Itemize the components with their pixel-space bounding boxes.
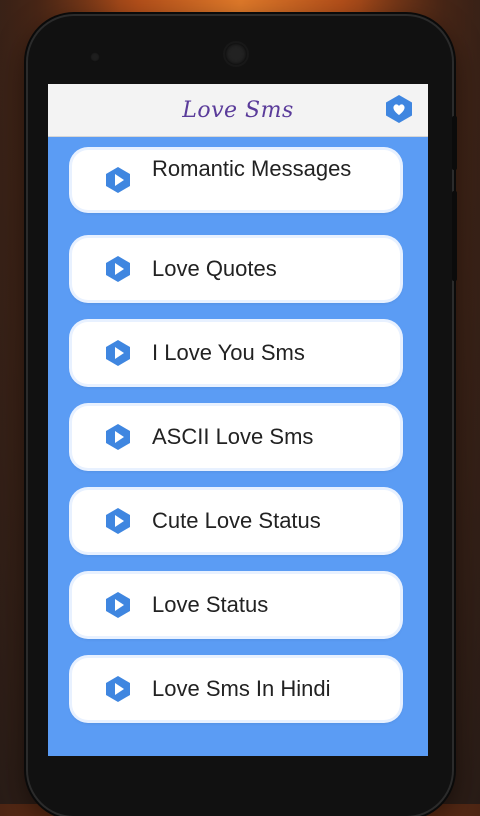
phone-frame: Romantic Messages Love Quotes I Love You… xyxy=(28,16,457,816)
menu-item-label: Cute Love Status xyxy=(152,508,321,533)
menu-item-love-status[interactable]: Love Status xyxy=(72,574,400,636)
menu-item-i-love-you-sms[interactable]: I Love You Sms xyxy=(72,322,400,384)
menu-item-love-sms-in-hindi[interactable]: Love Sms In Hindi xyxy=(72,658,400,720)
app-bar: Love Sms xyxy=(48,84,428,137)
app-screen: Romantic Messages Love Quotes I Love You… xyxy=(48,84,428,756)
play-hexagon-icon xyxy=(106,167,130,193)
menu-item-label: Romantic Messages xyxy=(152,156,352,181)
volume-button xyxy=(452,116,457,170)
menu-item-label: Love Quotes xyxy=(152,256,277,281)
sensor-dot xyxy=(90,52,100,62)
heart-hexagon-icon[interactable] xyxy=(384,94,414,124)
play-hexagon-icon xyxy=(106,340,130,366)
play-hexagon-icon xyxy=(106,424,130,450)
menu-item-label: ASCII Love Sms xyxy=(152,424,314,449)
menu-item-love-quotes[interactable]: Love Quotes xyxy=(72,238,400,300)
menu-item-label: Love Status xyxy=(152,592,269,617)
play-hexagon-icon xyxy=(106,592,130,618)
menu-item-label: I Love You Sms xyxy=(152,340,305,365)
menu-item-ascii-love-sms[interactable]: ASCII Love Sms xyxy=(72,406,400,468)
menu-list[interactable]: Romantic Messages Love Quotes I Love You… xyxy=(48,84,428,756)
menu-item-cute-love-status[interactable]: Cute Love Status xyxy=(72,490,400,552)
play-hexagon-icon xyxy=(106,508,130,534)
menu-item-romantic-messages[interactable]: Romantic Messages xyxy=(72,150,400,210)
play-hexagon-icon xyxy=(106,676,130,702)
power-button xyxy=(452,191,457,281)
play-hexagon-icon xyxy=(106,256,130,282)
app-title: Love Sms xyxy=(182,97,294,123)
menu-item-label: Love Sms In Hindi xyxy=(152,676,331,701)
front-camera xyxy=(225,43,247,65)
